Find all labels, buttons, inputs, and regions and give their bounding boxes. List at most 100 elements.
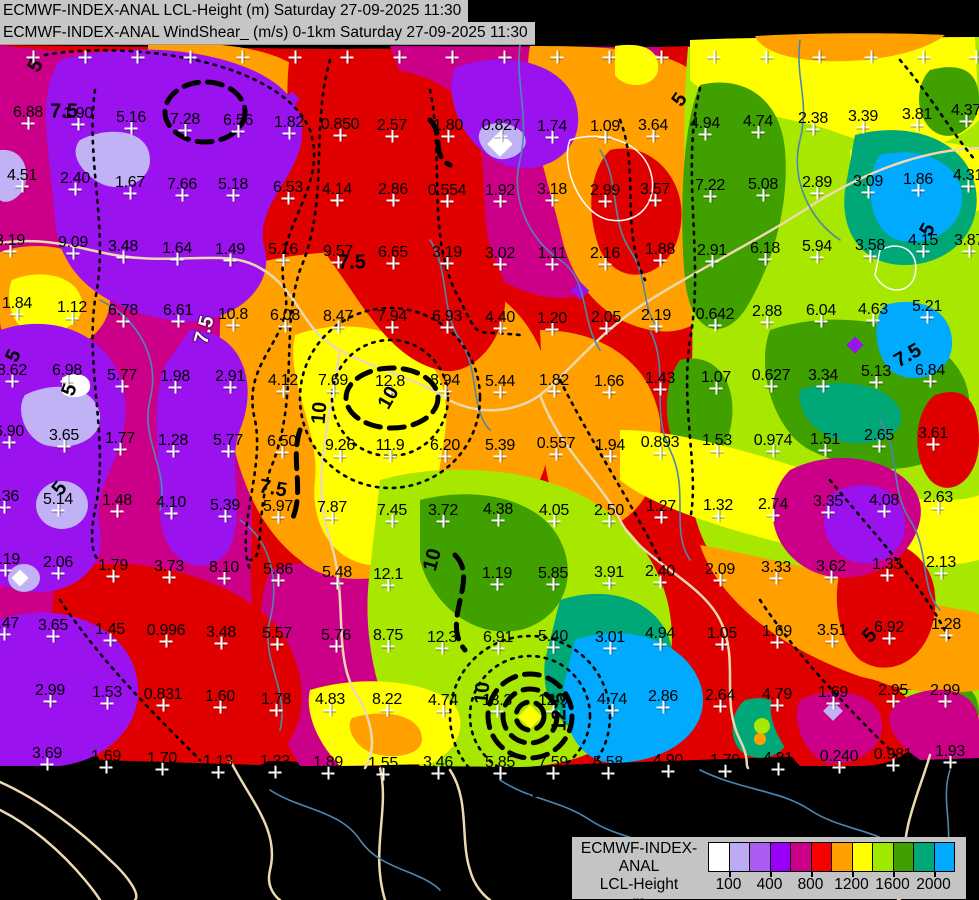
graticule-cross-icon [812, 50, 826, 64]
legend-swatch [913, 842, 935, 872]
titlebar-lcl-height: ECMWF-INDEX-ANAL LCL-Height (m) Saturday… [0, 0, 469, 23]
station-value: 1.27 [646, 498, 676, 515]
legend-color-scale [708, 842, 955, 872]
station-value: 13.3 [482, 692, 512, 709]
station-value: 2.86 [378, 181, 408, 198]
station-value: 5.40 [538, 628, 568, 645]
station-value: 1.69 [91, 748, 121, 765]
legend-units: m [572, 894, 706, 900]
station-value: 7.45 [377, 502, 407, 519]
station-value: 12.3 [427, 629, 457, 646]
station-value: 0.850 [320, 116, 360, 133]
station-value: 3.39 [848, 108, 878, 125]
station-value: 2.99 [590, 182, 620, 199]
legend-swatch [790, 842, 812, 872]
station-value: 5.48 [322, 564, 352, 581]
station-value: 4.81 [763, 750, 793, 767]
station-value: 7.22 [695, 177, 725, 194]
color-legend: ECMWF-INDEX-ANAL LCL-Height m 100 400 800 1… [572, 837, 966, 900]
station-value: 0.893 [640, 434, 680, 451]
station-value: 5.77 [107, 367, 137, 384]
legend-tick-label: 800 [797, 876, 824, 893]
station-value: 0.974 [753, 432, 793, 449]
station-value: 5.94 [802, 238, 832, 255]
station-value: 1.79 [710, 752, 740, 769]
station-values-layer: 6.88 1.90 5.16 7.28 6.56 1.82 0.850 2.57 1.80 0.8… [0, 0, 979, 900]
station-value: 2.99 [35, 682, 65, 699]
station-value: 1.47 [0, 615, 19, 632]
station-value: 3.19 [432, 244, 462, 261]
station-value: 1.78 [261, 691, 291, 708]
station-value: 8.10 [209, 559, 239, 576]
station-value: 0.642 [695, 306, 735, 323]
legend-parameter-name: LCL-Height [599, 876, 679, 893]
station-value: 1.94 [595, 437, 625, 454]
station-value: 1.67 [115, 174, 145, 191]
station-value: 4.40 [485, 309, 515, 326]
legend-swatch [872, 842, 894, 872]
station-value: 1.93 [935, 743, 965, 760]
station-value: 1.79 [98, 557, 128, 574]
station-value: 1.84 [2, 295, 32, 312]
station-value: 5.39 [210, 497, 240, 514]
station-value: 2.40 [60, 170, 90, 187]
legend-tick-label: 1200 [834, 876, 869, 893]
station-value: 8.62 [0, 362, 27, 379]
graticule-cross-icon [707, 50, 721, 64]
station-value: 5.18 [218, 176, 248, 193]
station-value: 1.11 [537, 245, 567, 262]
legend-swatch [892, 842, 914, 872]
station-value: 10.8 [218, 306, 248, 323]
legend-swatch [851, 842, 873, 872]
weather-map-viewer: 6.88 1.90 5.16 7.28 6.56 1.82 0.850 2.57 1.80 0.8… [0, 0, 979, 900]
station-value: 5.13 [861, 363, 891, 380]
legend-tick-label: 100 [715, 876, 742, 893]
station-value: 2.65 [864, 427, 894, 444]
station-value: 3.46 [423, 754, 453, 771]
station-value: 1.86 [903, 171, 933, 188]
station-value: 3.09 [853, 173, 883, 190]
graticule-cross-icon [236, 50, 250, 64]
station-value: 3.18 [537, 181, 567, 198]
station-value: 0.627 [751, 367, 791, 384]
shear-contour-label: 10 [307, 400, 332, 425]
station-value: 5.08 [748, 176, 778, 193]
station-value: 1.92 [485, 182, 515, 199]
station-value: 3.62 [816, 558, 846, 575]
graticule-cross-icon [969, 50, 979, 64]
station-value: 4.94 [690, 115, 720, 132]
graticule-cross-icon [393, 50, 407, 64]
station-value: 12.9 [538, 692, 568, 709]
station-value: 6.65 [378, 244, 408, 261]
station-value: 5.39 [485, 437, 515, 454]
legend-swatch [769, 842, 791, 872]
station-value: 9.57 [323, 243, 353, 260]
station-value: 12.8 [375, 373, 405, 390]
station-value: 8.75 [373, 627, 403, 644]
station-value: 3.65 [38, 617, 68, 634]
legend-swatch [708, 842, 730, 872]
station-value: 5.85 [485, 754, 515, 771]
station-value: 2.50 [594, 502, 624, 519]
station-value: 1.13 [203, 753, 233, 770]
station-value: 1.49 [215, 241, 245, 258]
station-value: 0.557 [536, 435, 576, 452]
graticule-cross-icon [864, 50, 878, 64]
station-value: 5.85 [538, 565, 568, 582]
station-value: 3.02 [485, 245, 515, 262]
station-value: 2.19 [641, 307, 671, 324]
station-value: 1.32 [703, 497, 733, 514]
station-value: 1.20 [537, 310, 567, 327]
station-value: 6.50 [267, 433, 297, 450]
legend-tick-label: 1600 [875, 876, 910, 893]
station-value: 4.63 [858, 301, 888, 318]
station-value: 5.21 [912, 298, 942, 315]
station-value: 1.53 [702, 432, 732, 449]
station-value: 6.98 [52, 362, 82, 379]
station-value: 1.60 [205, 688, 235, 705]
station-value: 4.14 [322, 181, 352, 198]
station-value: 8.94 [430, 372, 460, 389]
station-value: 1.09 [590, 118, 620, 135]
legend-swatch [810, 842, 832, 872]
station-value: 2.91 [697, 242, 727, 259]
